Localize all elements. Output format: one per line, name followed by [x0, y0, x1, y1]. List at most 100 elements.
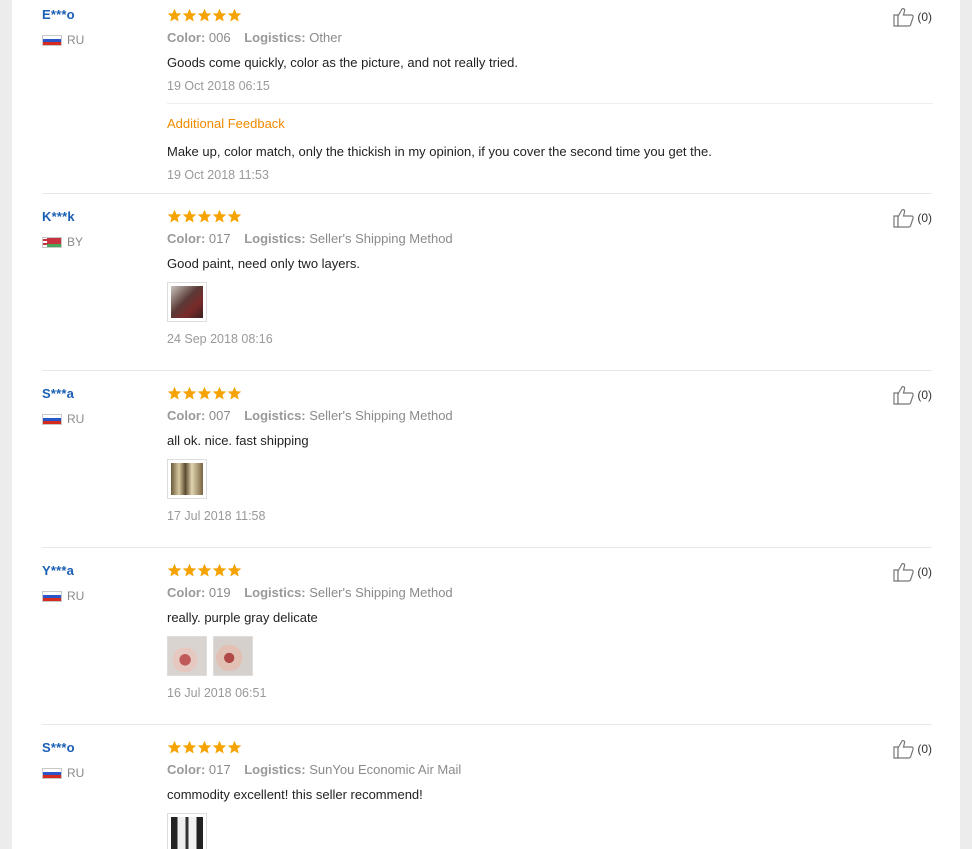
helpful-count: (0) — [917, 742, 932, 756]
review-text: Good paint, need only two layers. — [167, 256, 360, 271]
logistics-value: Seller's Shipping Method — [309, 408, 453, 423]
star-icon — [227, 209, 242, 224]
review-photos — [167, 459, 933, 499]
review-item: Y***a RU Color: 019 Logistics: Seller's … — [42, 548, 932, 725]
star-icon — [167, 209, 182, 224]
belarus-flag-icon — [42, 236, 62, 248]
reviewer-name[interactable]: S***o — [42, 740, 162, 755]
reviewer-name[interactable]: Y***a — [42, 563, 162, 578]
review-photo-thumbnail[interactable] — [167, 636, 207, 676]
logistics-label: Logistics: — [244, 408, 306, 423]
russia-flag-icon — [42, 34, 62, 46]
review-date: 17 Jul 2018 11:58 — [167, 509, 266, 523]
star-icon — [197, 386, 212, 401]
star-icon — [197, 563, 212, 578]
color-value: 017 — [208, 762, 231, 777]
helpful-button[interactable]: (0) — [893, 208, 932, 228]
thumbs-up-icon — [893, 740, 915, 759]
review-photo-thumbnail[interactable] — [213, 636, 253, 676]
star-icon — [212, 740, 227, 755]
rating-stars — [167, 7, 933, 23]
reviewer-country: RU — [42, 33, 162, 47]
reviewer-info: Y***a RU — [42, 563, 162, 603]
thumbs-up-icon — [893, 563, 915, 582]
review-date: 19 Oct 2018 06:15 — [167, 79, 270, 93]
review-item: E***o RU Color: 006 Logistics: Other Goo… — [42, 0, 933, 194]
star-icon — [182, 386, 197, 401]
color-value: 017 — [208, 231, 231, 246]
logistics-value: Other — [309, 30, 342, 45]
thumbs-up-icon — [893, 209, 915, 228]
helpful-count: (0) — [917, 388, 932, 402]
thumbs-up-icon — [893, 8, 915, 27]
star-icon — [197, 740, 212, 755]
reviewer-info: K***k BY — [42, 209, 162, 249]
star-icon — [212, 563, 227, 578]
russia-flag-icon — [42, 767, 62, 779]
logistics-value: SunYou Economic Air Mail — [309, 762, 462, 777]
star-icon — [167, 740, 182, 755]
reviewer-country: RU — [42, 766, 162, 780]
review-content: Color: 017 Logistics: SunYou Economic Ai… — [167, 725, 933, 849]
star-icon — [227, 386, 242, 401]
reviewer-country: RU — [42, 412, 162, 426]
color-value: 019 — [208, 585, 231, 600]
reviewer-country: RU — [42, 589, 162, 603]
order-attributes: Color: 017 Logistics: Seller's Shipping … — [167, 231, 933, 247]
star-icon — [212, 8, 227, 23]
review-date: 16 Jul 2018 06:51 — [167, 686, 267, 700]
review-photos — [167, 813, 933, 849]
star-icon — [167, 386, 182, 401]
order-attributes: Color: 017 Logistics: SunYou Economic Ai… — [167, 762, 933, 778]
review-photo-thumbnail[interactable] — [167, 459, 207, 499]
additional-feedback: Additional Feedback Make up, color match… — [167, 103, 933, 183]
star-icon — [167, 8, 182, 23]
logistics-value: Seller's Shipping Method — [309, 585, 453, 600]
review-content: Color: 017 Logistics: Seller's Shipping … — [167, 194, 933, 363]
helpful-count: (0) — [917, 211, 932, 225]
helpful-button[interactable]: (0) — [893, 385, 932, 405]
rating-stars — [167, 739, 933, 755]
review-item: S***o RU Color: 017 Logistics: SunYou Ec… — [42, 725, 932, 849]
review-photo-thumbnail[interactable] — [167, 282, 207, 322]
logistics-label: Logistics: — [244, 585, 306, 600]
logistics-label: Logistics: — [244, 231, 306, 246]
russia-flag-icon — [42, 413, 62, 425]
star-icon — [197, 209, 212, 224]
review-content: Color: 007 Logistics: Seller's Shipping … — [167, 371, 933, 540]
star-icon — [182, 209, 197, 224]
star-icon — [227, 740, 242, 755]
feedback-page: E***o RU Color: 006 Logistics: Other Goo… — [12, 0, 960, 849]
color-label: Color: — [167, 762, 206, 777]
reviewer-info: S***a RU — [42, 386, 162, 426]
reviewer-name[interactable]: S***a — [42, 386, 162, 401]
country-code: RU — [67, 589, 85, 603]
country-code: BY — [67, 235, 84, 249]
color-value: 007 — [208, 408, 231, 423]
rating-stars — [167, 385, 933, 401]
color-label: Color: — [167, 30, 206, 45]
helpful-button[interactable]: (0) — [893, 7, 932, 27]
country-code: RU — [67, 33, 85, 47]
rating-stars — [167, 562, 933, 578]
logistics-value: Seller's Shipping Method — [309, 231, 453, 246]
star-icon — [212, 209, 227, 224]
color-value: 006 — [208, 30, 231, 45]
russia-flag-icon — [42, 590, 62, 602]
star-icon — [167, 563, 182, 578]
star-icon — [197, 8, 212, 23]
star-icon — [182, 563, 197, 578]
review-text: Goods come quickly, color as the picture… — [167, 55, 518, 70]
reviewer-name[interactable]: K***k — [42, 209, 162, 224]
country-code: RU — [67, 766, 85, 780]
review-text: all ok. nice. fast shipping — [167, 433, 309, 448]
helpful-button[interactable]: (0) — [893, 562, 932, 582]
additional-feedback-date: 19 Oct 2018 11:53 — [167, 168, 269, 182]
reviewer-name[interactable]: E***o — [42, 7, 162, 22]
color-label: Color: — [167, 408, 206, 423]
helpful-button[interactable]: (0) — [893, 739, 932, 759]
review-photos — [167, 282, 933, 322]
helpful-count: (0) — [917, 565, 932, 579]
country-code: RU — [67, 412, 85, 426]
review-photo-thumbnail[interactable] — [167, 813, 207, 849]
